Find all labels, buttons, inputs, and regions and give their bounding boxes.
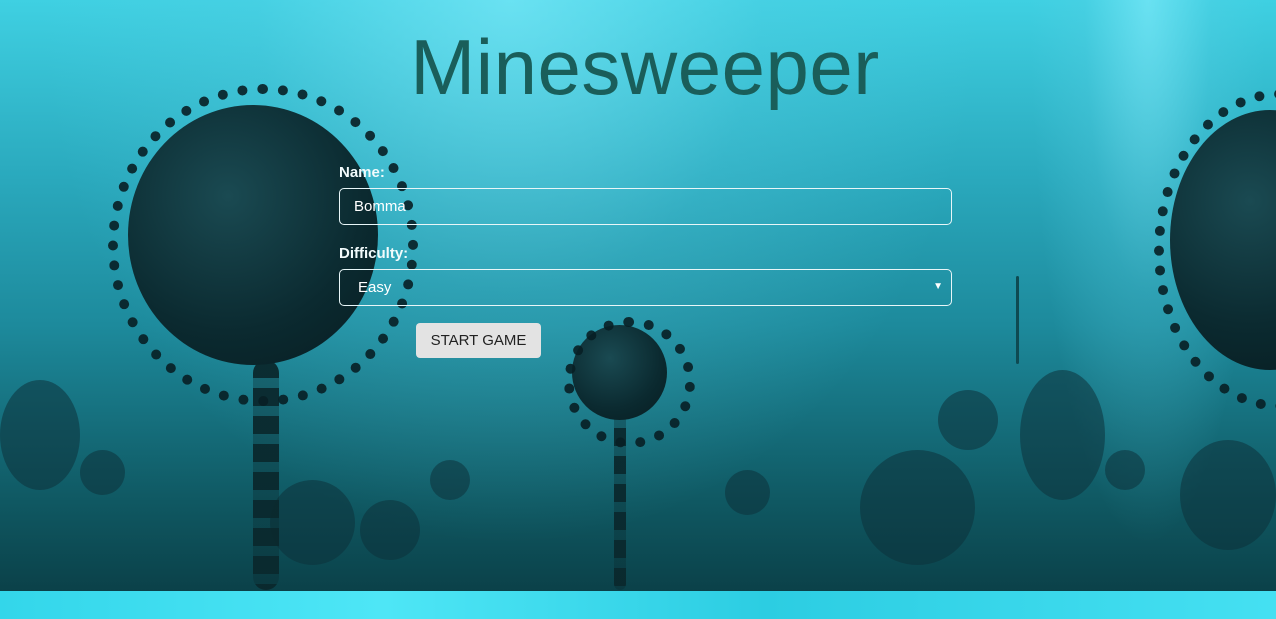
scroll-indicator[interactable] [1016, 276, 1019, 364]
start-game-button[interactable]: START GAME [416, 323, 541, 358]
difficulty-selected-value: Easy [358, 279, 392, 296]
name-label: Name: [339, 164, 385, 181]
difficulty-select[interactable]: Easy ▼ [339, 269, 952, 306]
background-bottom-strip [0, 591, 1276, 619]
page-title: Minesweeper [410, 23, 880, 111]
name-input[interactable] [339, 188, 952, 225]
difficulty-label: Difficulty: [339, 245, 409, 262]
chevron-down-icon: ▼ [933, 281, 943, 292]
